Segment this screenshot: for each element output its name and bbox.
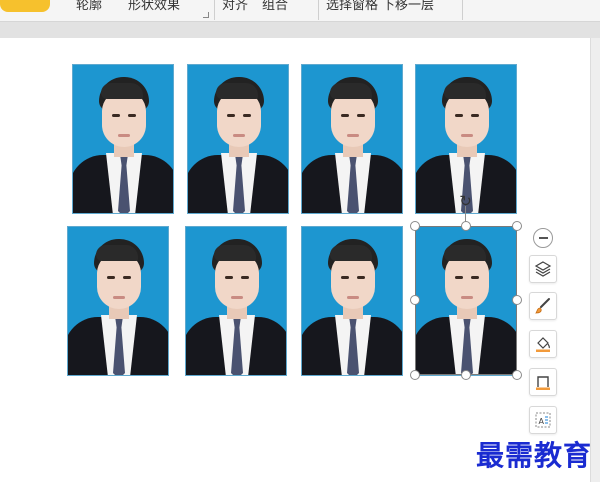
ribbon-separator (462, 0, 463, 20)
svg-text:A: A (539, 417, 545, 426)
ribbon-shape-effects-button[interactable]: 形状效果 (128, 0, 180, 13)
style-brush-button[interactable] (529, 292, 557, 320)
text-wrap-icon: A (535, 412, 551, 428)
brush-icon (535, 298, 550, 314)
layout-layers-button[interactable] (529, 255, 557, 283)
resize-handle-bottom-left[interactable] (410, 370, 420, 380)
outline-button[interactable] (529, 368, 557, 396)
minus-circle-icon[interactable] (533, 228, 553, 248)
ribbon-toolbar: 轮廓 形状效果 对齐 组合 选择窗格 下移一层 (0, 0, 600, 22)
vertical-scrollbar[interactable] (590, 38, 600, 482)
resize-handle-left[interactable] (410, 295, 420, 305)
ribbon-group-button[interactable]: 组合 (262, 0, 288, 13)
id-photo-8-selected[interactable] (415, 226, 517, 376)
resize-handle-top[interactable] (461, 221, 471, 231)
resize-handle-right[interactable] (512, 295, 522, 305)
id-photo-3[interactable] (301, 64, 403, 214)
ribbon-accent-button[interactable] (0, 0, 50, 12)
resize-handle-top-right[interactable] (512, 221, 522, 231)
id-photo-6[interactable] (185, 226, 287, 376)
ribbon-outline-button[interactable]: 轮廓 (76, 0, 102, 13)
watermark-logo: 最需教育 (476, 439, 593, 472)
ribbon-group-expand-icon[interactable] (203, 12, 209, 18)
border-outline-icon (536, 376, 550, 390)
ribbon-send-backward-button[interactable]: 下移一层 (382, 0, 434, 13)
ruler-area (0, 22, 600, 38)
ribbon-align-button[interactable]: 对齐 (222, 0, 248, 13)
ribbon-separator (214, 0, 215, 20)
fill-bucket-icon (536, 337, 551, 352)
fill-button[interactable] (529, 330, 557, 358)
id-photo-2[interactable] (187, 64, 289, 214)
ribbon-selection-pane-button[interactable]: 选择窗格 (326, 0, 378, 13)
layers-icon (534, 261, 552, 277)
id-photo-7[interactable] (301, 226, 403, 376)
id-photo-5[interactable] (67, 226, 169, 376)
resize-handle-bottom-right[interactable] (512, 370, 522, 380)
text-wrap-button[interactable]: A (529, 406, 557, 434)
ribbon-separator (318, 0, 319, 20)
resize-handle-bottom[interactable] (461, 370, 471, 380)
id-photo-1[interactable] (72, 64, 174, 214)
rotate-handle-icon[interactable]: ↻ (457, 193, 474, 210)
resize-handle-top-left[interactable] (410, 221, 420, 231)
